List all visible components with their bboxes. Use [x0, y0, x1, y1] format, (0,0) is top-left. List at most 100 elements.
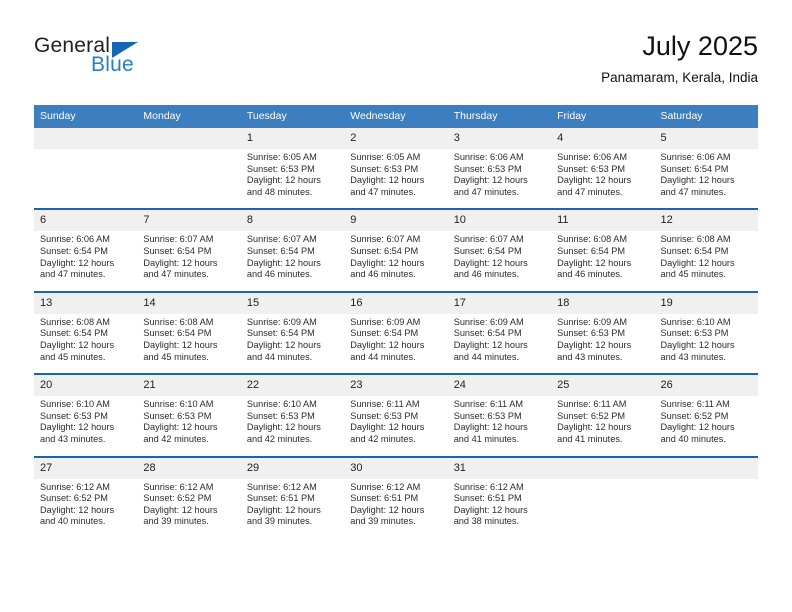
day-detail-cell: Sunrise: 6:09 AM Sunset: 6:54 PM Daylight:… — [344, 313, 448, 374]
daylight-text: Daylight: 12 hours and 39 minutes. — [143, 504, 218, 527]
day-number-row: 12345 — [34, 128, 758, 149]
sunrise-text: Sunrise: 6:09 AM — [557, 316, 628, 327]
day-number-cell[interactable]: 25 — [551, 375, 655, 397]
day-info-row: Sunrise: 6:06 AM Sunset: 6:54 PM Daylight:… — [34, 231, 758, 291]
sunset-text: Sunset: 6:53 PM — [350, 410, 419, 421]
day-number-cell[interactable]: 4 — [551, 128, 655, 149]
daylight-text: Daylight: 12 hours and 46 minutes. — [557, 257, 632, 280]
daylight-text: Daylight: 12 hours and 42 minutes. — [246, 422, 321, 444]
day-detail-empty — [34, 149, 138, 209]
day-number-cell[interactable]: 5 — [654, 128, 758, 149]
day-number-cell[interactable]: 1 — [240, 128, 345, 149]
day-number-cell[interactable]: 26 — [654, 375, 758, 397]
day-number-cell[interactable]: 17 — [447, 292, 552, 314]
day-number-cell[interactable]: 11 — [551, 210, 655, 232]
sunset-text: Sunset: 6:54 PM — [660, 163, 729, 174]
day-detail-cell: Sunrise: 6:09 AM Sunset: 6:54 PM Daylight:… — [447, 313, 552, 374]
day-detail-cell: Sunrise: 6:12 AM Sunset: 6:51 PM Daylight:… — [240, 478, 345, 538]
daylight-text: Daylight: 12 hours and 47 minutes. — [453, 175, 528, 197]
sunset-text: Sunset: 6:52 PM — [143, 493, 212, 504]
day-detail-cell: Sunrise: 6:08 AM Sunset: 6:54 PM Daylight:… — [137, 313, 241, 374]
day-cell-empty — [551, 457, 655, 479]
day-number-cell[interactable]: 21 — [137, 375, 241, 397]
sunset-text: Sunset: 6:54 PM — [143, 245, 212, 256]
day-number-row: 13 14 15 16 17 18 19 — [34, 292, 758, 314]
daylight-text: Daylight: 12 hours and 46 minutes. — [246, 257, 321, 280]
daylight-text: Daylight: 12 hours and 47 minutes. — [660, 175, 735, 197]
day-number-cell[interactable]: 29 — [240, 457, 345, 479]
logo-text-blue: Blue — [91, 53, 134, 76]
sunrise-text: Sunrise: 6:06 AM — [40, 234, 110, 245]
sunset-text: Sunset: 6:54 PM — [143, 328, 212, 339]
daylight-text: Daylight: 12 hours and 40 minutes. — [40, 504, 115, 527]
sunset-text: Sunset: 6:54 PM — [246, 328, 315, 339]
sunrise-text: Sunrise: 6:09 AM — [453, 316, 524, 327]
sunset-text: Sunset: 6:51 PM — [246, 493, 315, 504]
sunrise-text: Sunrise: 6:07 AM — [246, 234, 317, 245]
calendar-header-row: Sunday Monday Tuesday Wednesday Thursday… — [34, 105, 758, 128]
day-number-cell[interactable]: 3 — [447, 128, 552, 149]
calendar-body: 1 2 3 4 5 Sunrise: 6:05 AM Sunset: 6:53 PM Dayl… — [34, 128, 758, 538]
day-number-cell[interactable]: 28 — [137, 457, 241, 479]
day-number-cell[interactable]: 18 — [551, 292, 655, 314]
day-number-cell[interactable]: 23 — [344, 375, 448, 397]
day-number-cell[interactable]: 15 — [240, 292, 345, 314]
sunset-text: Sunset: 6:52 PM — [40, 493, 108, 504]
sunrise-text: Sunrise: 6:10 AM — [143, 399, 214, 410]
sunrise-text: Sunrise: 6:12 AM — [246, 481, 317, 492]
day-number-cell[interactable]: 20 — [34, 375, 138, 397]
day-number-cell[interactable]: 9 — [344, 210, 448, 232]
day-number-cell[interactable]: 6 — [34, 210, 138, 232]
day-detail-cell: Sunrise: 6:07 AM Sunset: 6:54 PM Daylight:… — [447, 231, 552, 291]
sunrise-text: Sunrise: 6:12 AM — [350, 481, 421, 492]
day-number-cell[interactable]: 7 — [137, 210, 241, 232]
day-number-cell[interactable]: 14 — [137, 292, 241, 314]
day-number-cell[interactable]: 31 — [447, 457, 552, 479]
day-cell-empty — [34, 128, 138, 149]
day-detail-cell: Sunrise: 6:08 AM Sunset: 6:54 PM Daylight:… — [34, 313, 138, 374]
daylight-text: Daylight: 12 hours and 39 minutes. — [246, 504, 321, 527]
sunrise-text: Sunrise: 6:12 AM — [40, 481, 110, 492]
weekday-header-sunday: Sunday — [34, 105, 138, 128]
day-number-cell[interactable]: 13 — [34, 292, 138, 314]
day-detail-cell: Sunrise: 6:10 AM Sunset: 6:53 PM Daylight:… — [34, 396, 138, 456]
day-number-cell[interactable]: 19 — [654, 292, 758, 314]
sunrise-text: Sunrise: 6:08 AM — [40, 316, 110, 327]
sunset-text: Sunset: 6:52 PM — [660, 410, 729, 421]
sunrise-text: Sunrise: 6:10 AM — [40, 399, 110, 410]
sunrise-text: Sunrise: 6:06 AM — [453, 152, 524, 162]
day-number-cell[interactable]: 16 — [344, 292, 448, 314]
day-number-cell[interactable]: 24 — [447, 375, 552, 397]
day-info-row: Sunrise: 6:08 AM Sunset: 6:54 PM Daylight:… — [34, 313, 758, 374]
day-number-cell[interactable]: 12 — [654, 210, 758, 232]
day-number-cell[interactable]: 8 — [240, 210, 345, 232]
sunrise-text: Sunrise: 6:08 AM — [660, 234, 731, 245]
day-detail-cell: Sunrise: 6:11 AM Sunset: 6:52 PM Daylight:… — [551, 396, 655, 456]
weekday-header-thursday: Thursday — [447, 105, 552, 128]
daylight-text: Daylight: 12 hours and 42 minutes. — [350, 422, 425, 444]
sunset-text: Sunset: 6:53 PM — [660, 328, 729, 339]
day-number-cell[interactable]: 27 — [34, 457, 138, 479]
day-number-cell[interactable]: 2 — [344, 128, 448, 149]
day-number-cell[interactable]: 30 — [344, 457, 448, 479]
sunset-text: Sunset: 6:51 PM — [453, 493, 522, 504]
calendar-page: General Blue July 2025 Panamaram, Kerala… — [0, 0, 792, 612]
sunset-text: Sunset: 6:52 PM — [557, 410, 626, 421]
day-detail-cell: Sunrise: 6:10 AM Sunset: 6:53 PM Daylight:… — [654, 313, 758, 374]
daylight-text: Daylight: 12 hours and 47 minutes. — [143, 257, 218, 280]
sunrise-text: Sunrise: 6:11 AM — [660, 399, 730, 410]
daylight-text: Daylight: 12 hours and 43 minutes. — [40, 422, 115, 444]
sunrise-text: Sunrise: 6:07 AM — [453, 234, 524, 245]
sunset-text: Sunset: 6:53 PM — [557, 163, 626, 174]
daylight-text: Daylight: 12 hours and 42 minutes. — [143, 422, 218, 444]
sunrise-text: Sunrise: 6:10 AM — [246, 399, 317, 410]
sunset-text: Sunset: 6:54 PM — [350, 328, 419, 339]
daylight-text: Daylight: 12 hours and 43 minutes. — [557, 339, 632, 362]
daylight-text: Daylight: 12 hours and 45 minutes. — [143, 339, 218, 362]
daylight-text: Daylight: 12 hours and 43 minutes. — [660, 339, 735, 362]
day-detail-cell: Sunrise: 6:12 AM Sunset: 6:52 PM Daylight:… — [137, 478, 241, 538]
weekday-header-saturday: Saturday — [654, 105, 758, 128]
sunset-text: Sunset: 6:54 PM — [40, 245, 108, 256]
day-number-cell[interactable]: 22 — [240, 375, 345, 397]
day-number-cell[interactable]: 10 — [447, 210, 552, 232]
